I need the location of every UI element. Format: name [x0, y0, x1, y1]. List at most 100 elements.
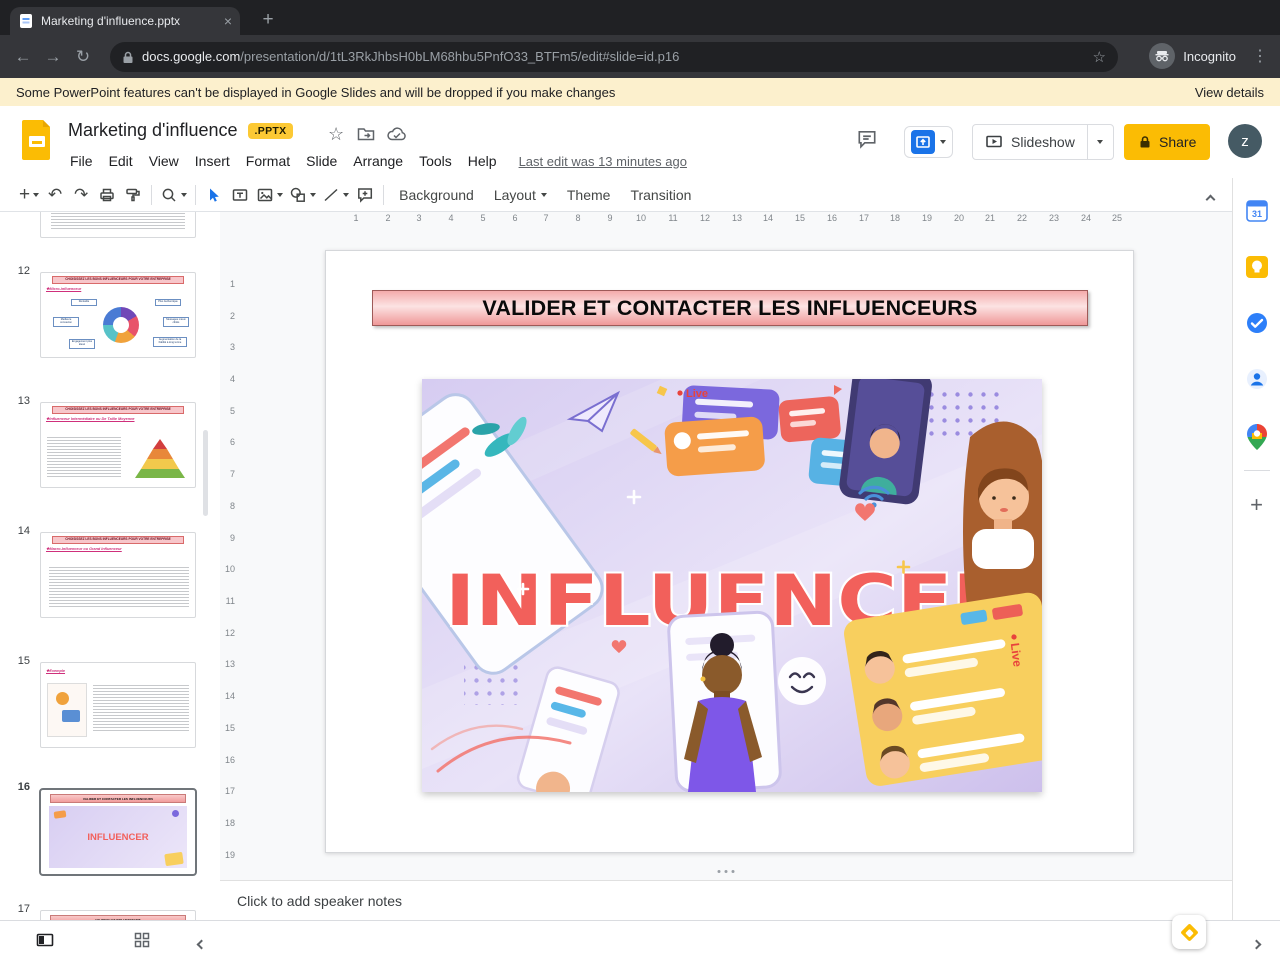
theme-button[interactable]: Theme — [557, 182, 621, 208]
new-slide-button[interactable]: + — [16, 182, 42, 208]
browser-menu-icon[interactable]: ⋮ — [1252, 46, 1268, 66]
lock-icon — [1140, 136, 1150, 148]
present-dropdown-caret[interactable] — [940, 140, 946, 144]
redo-button[interactable]: ↷ — [68, 182, 94, 208]
slide-number: 15 — [17, 655, 30, 667]
menu-view[interactable]: View — [141, 150, 187, 172]
thumb-donut-chart — [103, 307, 139, 343]
slide-canvas[interactable]: VALIDER ET CONTACTER LES INFLUENCEURS Li… — [325, 250, 1134, 853]
menu-tools[interactable]: Tools — [411, 150, 460, 172]
menu-insert[interactable]: Insert — [187, 150, 238, 172]
slide-thumbnail-17[interactable]: VALIDER LES INFLUENCEURS — [40, 910, 196, 920]
maps-icon[interactable] — [1246, 424, 1267, 455]
speaker-notes-placeholder[interactable]: Click to add speaker notes — [237, 893, 402, 909]
explore-button[interactable] — [1172, 915, 1206, 949]
share-label: Share — [1159, 134, 1197, 150]
menu-slide[interactable]: Slide — [298, 150, 345, 172]
google-side-panel: 31 + — [1232, 178, 1280, 920]
svg-text:31: 31 — [1251, 209, 1261, 219]
slide-title: VALIDER ET CONTACTER LES INFLUENCEURS — [482, 295, 978, 320]
filmstrip-view-button[interactable] — [36, 931, 54, 954]
slideshow-button[interactable]: Slideshow — [972, 124, 1114, 160]
grid-view-button[interactable] — [134, 932, 150, 953]
menu-format[interactable]: Format — [238, 150, 298, 172]
comment-history-button[interactable] — [856, 128, 878, 155]
url-domain: docs.google.com — [142, 49, 241, 64]
ruler-number: 23 — [1048, 213, 1059, 223]
menu-help[interactable]: Help — [460, 150, 505, 172]
bottom-bar — [0, 915, 1280, 960]
insert-shape-button[interactable] — [286, 182, 319, 208]
zoom-button[interactable] — [157, 182, 190, 208]
thumb-illustration — [47, 683, 87, 737]
slide-thumbnail-13[interactable]: CHOISISSEZ LES BONS INFLUENCEURS POUR VO… — [40, 402, 196, 488]
menu-file[interactable]: File — [62, 150, 101, 172]
background-button[interactable]: Background — [389, 182, 484, 208]
bookmark-star-icon[interactable]: ☆ — [1093, 48, 1106, 66]
chat-card-red — [778, 396, 841, 443]
insert-image-button[interactable] — [253, 182, 286, 208]
slide-title-textbox[interactable]: VALIDER ET CONTACTER LES INFLUENCEURS — [372, 290, 1088, 326]
thumb-label: Augmentation de la fidélité à long terme — [153, 337, 187, 347]
ruler-number: 6 — [512, 213, 518, 223]
account-avatar[interactable]: z — [1228, 124, 1262, 158]
paint-format-button[interactable] — [120, 182, 146, 208]
new-tab-button[interactable]: + — [256, 8, 280, 32]
insert-comment-button[interactable] — [352, 182, 378, 208]
text-box-button[interactable] — [227, 182, 253, 208]
slide-thumbnail-16-selected[interactable]: VALIDER ET CONTACTER LES INFLUENCEURS IN… — [39, 788, 197, 876]
slide-thumbnail-14[interactable]: CHOISISSEZ LES BONS INFLUENCEURS POUR VO… — [40, 532, 196, 618]
slide-thumbnail-11[interactable] — [40, 212, 196, 238]
thumb-subtitle: ❖Micro-influenceur — [46, 286, 82, 291]
influencer-image[interactable]: Live INFLUENCER Live — [345, 366, 1064, 806]
browser-tab-strip: Marketing d'influence.pptx × + — [0, 0, 1280, 35]
cloud-status-icon[interactable] — [386, 124, 408, 149]
browser-tab[interactable]: Marketing d'influence.pptx × — [10, 7, 240, 35]
get-addons-button[interactable]: + — [1250, 494, 1263, 516]
keep-icon[interactable] — [1245, 256, 1268, 283]
thumb-label: Plus Authentique — [155, 299, 181, 306]
undo-button[interactable]: ↶ — [42, 182, 68, 208]
speaker-notes-panel[interactable]: Click to add speaker notes — [220, 880, 1232, 920]
star-document-icon[interactable]: ☆ — [328, 124, 344, 145]
slide-number: 14 — [17, 525, 30, 537]
slides-logo-icon[interactable] — [22, 120, 52, 165]
back-button[interactable]: ← — [8, 47, 38, 67]
calendar-icon[interactable]: 31 — [1245, 200, 1268, 227]
tab-close-icon[interactable]: × — [224, 14, 232, 28]
insert-line-button[interactable] — [319, 182, 352, 208]
present-button[interactable] — [904, 126, 953, 158]
slide-thumbnail-12[interactable]: CHOISISSEZ LES BONS INFLUENCEURS POUR VO… — [40, 272, 196, 358]
contacts-icon[interactable] — [1246, 368, 1268, 395]
thumb-subtitle: ❖Exemple — [46, 669, 66, 673]
layout-button[interactable]: Layout — [484, 182, 557, 208]
ruler-number: 7 — [543, 213, 549, 223]
hide-side-panel-button[interactable] — [1251, 935, 1262, 953]
last-edit-link[interactable]: Last edit was 13 minutes ago — [519, 154, 687, 169]
filmstrip-scrollbar[interactable] — [203, 430, 208, 516]
notes-resize-handle[interactable] — [717, 870, 735, 873]
menu-edit[interactable]: Edit — [101, 150, 141, 172]
reload-button[interactable]: ↻ — [68, 47, 98, 67]
url-bar[interactable]: docs.google.com/presentation/d/1tL3RkJhb… — [110, 42, 1118, 72]
collapse-toolbar-button[interactable] — [1205, 190, 1216, 208]
select-tool-button[interactable] — [201, 182, 227, 208]
transition-button[interactable]: Transition — [620, 182, 701, 208]
forward-button[interactable]: → — [38, 47, 68, 67]
ruler-number: 16 — [224, 755, 235, 765]
move-folder-icon[interactable] — [356, 124, 376, 149]
document-title[interactable]: Marketing d'influence — [68, 120, 238, 141]
menu-arrange[interactable]: Arrange — [345, 150, 411, 172]
ruler-number: 9 — [229, 533, 235, 543]
ruler-number: 14 — [224, 691, 235, 701]
print-button[interactable] — [94, 182, 120, 208]
ruler-number: 9 — [607, 213, 613, 223]
thumb-header: CHOISISSEZ LES BONS INFLUENCEURS POUR VO… — [51, 276, 185, 284]
slide-thumbnail-15[interactable]: ❖Exemple — [40, 662, 196, 748]
collapse-filmstrip-button[interactable] — [196, 935, 207, 953]
slideshow-dropdown-caret[interactable] — [1086, 124, 1113, 160]
ruler-number: 8 — [575, 213, 581, 223]
tasks-icon[interactable] — [1246, 312, 1268, 339]
view-details-button[interactable]: View details — [1195, 85, 1264, 100]
share-button[interactable]: Share — [1124, 124, 1211, 160]
